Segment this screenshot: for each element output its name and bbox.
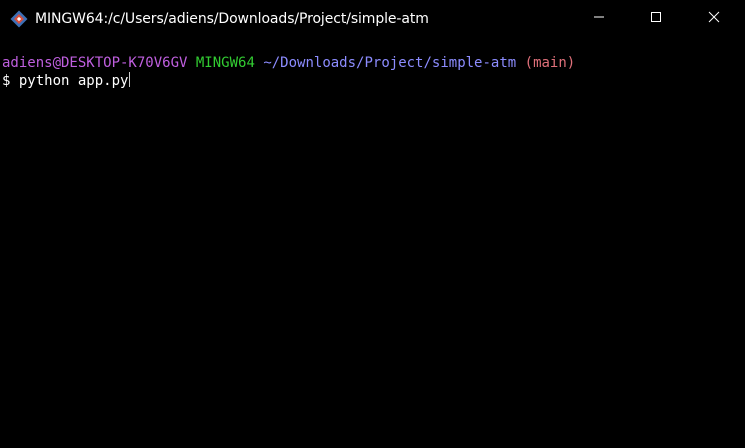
prompt-branch: (main) bbox=[524, 55, 576, 71]
terminal-window: MINGW64:/c/Users/adiens/Downloads/Projec… bbox=[0, 0, 745, 448]
prompt-symbol: $ bbox=[2, 73, 11, 89]
prompt-env: MINGW64 bbox=[195, 55, 255, 71]
prompt-user-host: adiens@DESKTOP-K70V6GV bbox=[2, 55, 188, 71]
maximize-button[interactable] bbox=[627, 0, 685, 38]
maximize-icon bbox=[650, 10, 662, 28]
minimize-button[interactable] bbox=[570, 0, 628, 38]
prompt-path: ~/Downloads/Project/simple-atm bbox=[263, 55, 517, 71]
command-line[interactable]: $ python app.py bbox=[0, 72, 725, 89]
prompt-line: adiens@DESKTOP-K70V6GV MINGW64 ~/Downloa… bbox=[0, 55, 725, 72]
terminal-output[interactable]: adiens@DESKTOP-K70V6GV MINGW64 ~/Downloa… bbox=[0, 38, 725, 448]
command-text: python app.py bbox=[18, 73, 129, 89]
close-button[interactable] bbox=[685, 0, 743, 38]
minimize-icon bbox=[593, 10, 605, 28]
git-bash-icon bbox=[9, 9, 29, 29]
window-title: MINGW64:/c/Users/adiens/Downloads/Projec… bbox=[35, 11, 429, 27]
text-cursor bbox=[129, 72, 131, 87]
close-icon bbox=[708, 10, 720, 28]
scrollbar[interactable] bbox=[725, 38, 745, 448]
title-bar[interactable]: MINGW64:/c/Users/adiens/Downloads/Projec… bbox=[0, 0, 745, 38]
